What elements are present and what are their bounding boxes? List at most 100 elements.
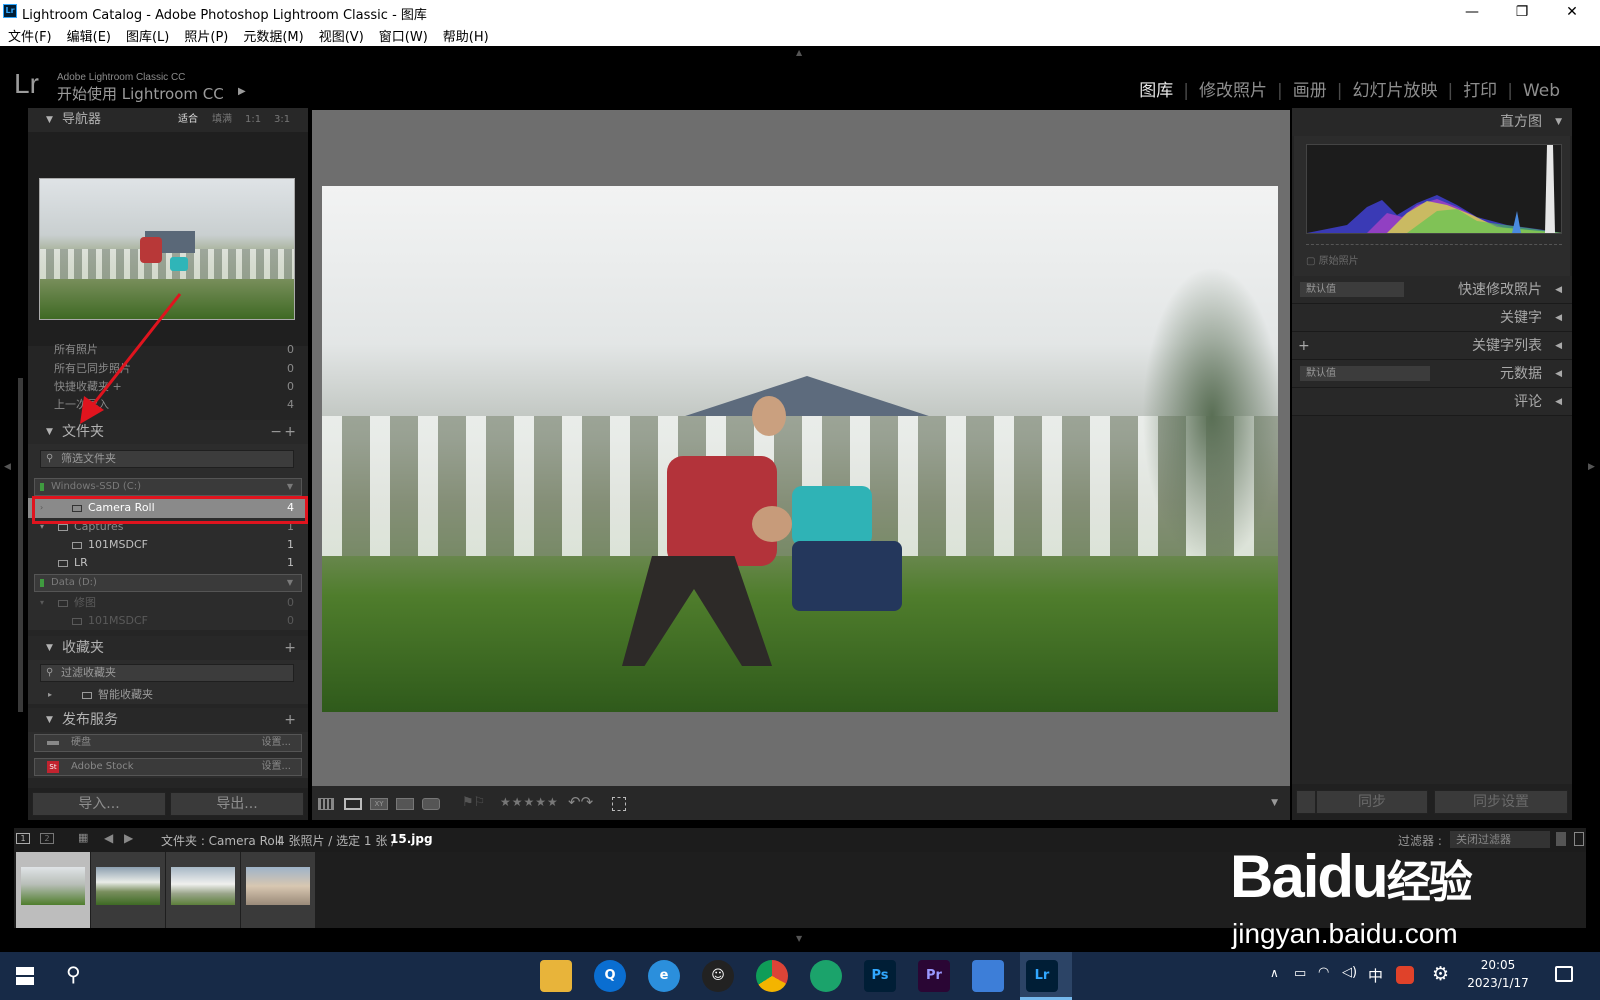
grid-icon[interactable]: ▦	[78, 831, 88, 844]
chevron-down-icon[interactable]: ▼	[287, 479, 293, 495]
module-print[interactable]: 打印	[1453, 81, 1507, 101]
collections-add-button[interactable]: +	[284, 636, 296, 660]
publish-setup-button[interactable]: 设置...	[261, 735, 291, 751]
filmstrip-thumb[interactable]	[241, 852, 315, 928]
notepad-icon[interactable]	[972, 960, 1004, 992]
toolbar-menu-icon[interactable]: ▼	[1271, 798, 1278, 808]
windows-start-icon[interactable]	[16, 967, 34, 985]
metadata-header[interactable]: 默认值 元数据 ◀	[1292, 360, 1572, 388]
clock-date[interactable]: 2023/1/17	[1462, 976, 1534, 990]
gear-icon[interactable]: ⚙	[1432, 963, 1449, 985]
publish-harddrive[interactable]: 硬盘 设置...	[34, 734, 302, 752]
secondary-window-button[interactable]: 2	[40, 833, 54, 844]
collapse-bottom-icon[interactable]: ▼	[796, 934, 802, 943]
publish-header[interactable]: ▼ 发布服务 +	[28, 708, 308, 732]
main-photo[interactable]	[322, 186, 1278, 712]
collections-header[interactable]: ▼ 收藏夹 +	[28, 636, 308, 660]
publish-collapse-icon[interactable]: ▼	[46, 708, 53, 732]
restore-button[interactable]: ❐	[1498, 0, 1546, 24]
collapse-arrow-icon[interactable]: ◀	[1555, 332, 1562, 360]
filmstrip-thumb[interactable]	[166, 852, 240, 928]
crop-overlay-icon[interactable]	[612, 797, 626, 811]
premiere-icon[interactable]: Pr	[918, 960, 950, 992]
original-photo-checkbox[interactable]: ▢ 原始照片	[1306, 252, 1359, 267]
filmstrip-thumb[interactable]	[91, 852, 165, 928]
search-icon[interactable]: ⚲	[66, 962, 81, 986]
histogram-collapse-icon[interactable]: ▼	[1555, 108, 1562, 136]
people-view-icon[interactable]	[422, 798, 440, 810]
identity-line2[interactable]: 开始使用 Lightroom CC	[57, 83, 224, 104]
tray-chevron-icon[interactable]: ∧	[1270, 966, 1279, 980]
export-button[interactable]: 导出...	[170, 792, 304, 816]
ime-indicator[interactable]: 中	[1368, 965, 1383, 986]
sync-settings-button[interactable]: 同步设置	[1434, 790, 1568, 814]
folder-filter-input[interactable]: ⚲ 筛选文件夹	[40, 450, 294, 468]
quick-develop-header[interactable]: 默认值 快速修改照片 ◀	[1292, 276, 1572, 304]
folder-lr[interactable]: LR 1	[28, 554, 308, 572]
collapse-top-icon[interactable]: ▲	[796, 48, 802, 57]
module-book[interactable]: 画册	[1283, 81, 1337, 101]
collection-filter-input[interactable]: ⚲ 过滤收藏夹	[40, 664, 294, 682]
menu-window[interactable]: 窗口(W)	[371, 24, 435, 45]
survey-view-icon[interactable]	[396, 798, 414, 810]
expand-icon[interactable]: ▾	[40, 594, 44, 612]
file-explorer-icon[interactable]	[540, 960, 572, 992]
module-slideshow[interactable]: 幻灯片放映	[1342, 81, 1447, 101]
zoom-1-1[interactable]: 1:1	[245, 108, 261, 132]
file-name[interactable]: 15.jpg	[390, 832, 433, 846]
collapse-arrow-icon[interactable]: ◀	[1555, 388, 1562, 416]
publish-setup-button[interactable]: 设置...	[261, 759, 291, 775]
menu-view[interactable]: 视图(V)	[311, 24, 371, 45]
qq-icon[interactable]: ☺	[702, 960, 734, 992]
smart-collections[interactable]: ▸ 智能收藏夹	[28, 686, 308, 704]
comments-header[interactable]: 评论 ◀	[1292, 388, 1572, 416]
edge-icon[interactable]	[810, 960, 842, 992]
folder-101msdcf-d[interactable]: 101MSDCF 0	[28, 612, 308, 630]
browser-q-icon[interactable]: Q	[594, 960, 626, 992]
collections-collapse-icon[interactable]: ▼	[46, 636, 53, 660]
forward-arrow-icon[interactable]: ▶	[124, 831, 133, 845]
metadata-preset-select[interactable]: 默认值	[1300, 366, 1430, 381]
menu-help[interactable]: 帮助(H)	[435, 24, 496, 45]
collapse-arrow-icon[interactable]: ◀	[1555, 304, 1562, 332]
folders-add-button[interactable]: +	[284, 420, 296, 444]
folders-remove-button[interactable]: −	[270, 420, 282, 444]
ie-icon[interactable]: e	[648, 960, 680, 992]
menu-metadata[interactable]: 元数据(M)	[235, 24, 310, 45]
rating-stars[interactable]: ★★★★★	[500, 795, 559, 809]
zoom-3-1[interactable]: 3:1	[274, 108, 290, 132]
photoshop-icon[interactable]: Ps	[864, 960, 896, 992]
sync-button[interactable]: 同步	[1316, 790, 1428, 814]
folder-retouch[interactable]: ▾ 修图 0	[28, 594, 308, 612]
keyword-list-header[interactable]: + 关键字列表 ◀	[1292, 332, 1572, 360]
chrome-icon[interactable]	[756, 960, 788, 992]
module-web[interactable]: Web	[1513, 81, 1570, 101]
sogou-icon[interactable]	[1396, 966, 1414, 984]
keywords-header[interactable]: 关键字 ◀	[1292, 304, 1572, 332]
import-button[interactable]: 导入...	[32, 792, 166, 816]
filter-lock-icon[interactable]	[1574, 832, 1584, 846]
chevron-down-icon[interactable]: ▼	[287, 575, 293, 591]
histogram-header[interactable]: 直方图 ▼	[1292, 108, 1572, 136]
minimize-button[interactable]: —	[1448, 0, 1496, 24]
tray-device-icon[interactable]: ▭	[1294, 966, 1306, 981]
identity-arrow-icon[interactable]: ▶	[238, 86, 246, 97]
left-collapse-icon[interactable]: ◀	[4, 462, 11, 472]
back-arrow-icon[interactable]: ◀	[104, 831, 113, 845]
close-button[interactable]: ✕	[1548, 0, 1596, 24]
left-scrollbar[interactable]	[18, 378, 23, 712]
grid-view-icon[interactable]	[318, 798, 334, 810]
primary-window-button[interactable]: 1	[16, 833, 30, 844]
menu-file[interactable]: 文件(F)	[0, 24, 59, 45]
folder-101msdcf[interactable]: 101MSDCF 1	[28, 536, 308, 554]
wifi-icon[interactable]: ◠	[1318, 965, 1329, 980]
sync-toggle[interactable]	[1296, 790, 1316, 814]
publish-adobe-stock[interactable]: St Adobe Stock 设置...	[34, 758, 302, 776]
collapse-arrow-icon[interactable]: ◀	[1555, 360, 1562, 388]
clock-time[interactable]: 20:05	[1462, 958, 1534, 972]
zoom-fill[interactable]: 填满	[212, 108, 232, 132]
module-develop[interactable]: 修改照片	[1189, 81, 1277, 101]
rotate-icon[interactable]: ↶↷	[568, 793, 593, 811]
expand-icon[interactable]: ▸	[48, 686, 52, 704]
volume-d[interactable]: Data (D:) ▼	[34, 574, 302, 592]
